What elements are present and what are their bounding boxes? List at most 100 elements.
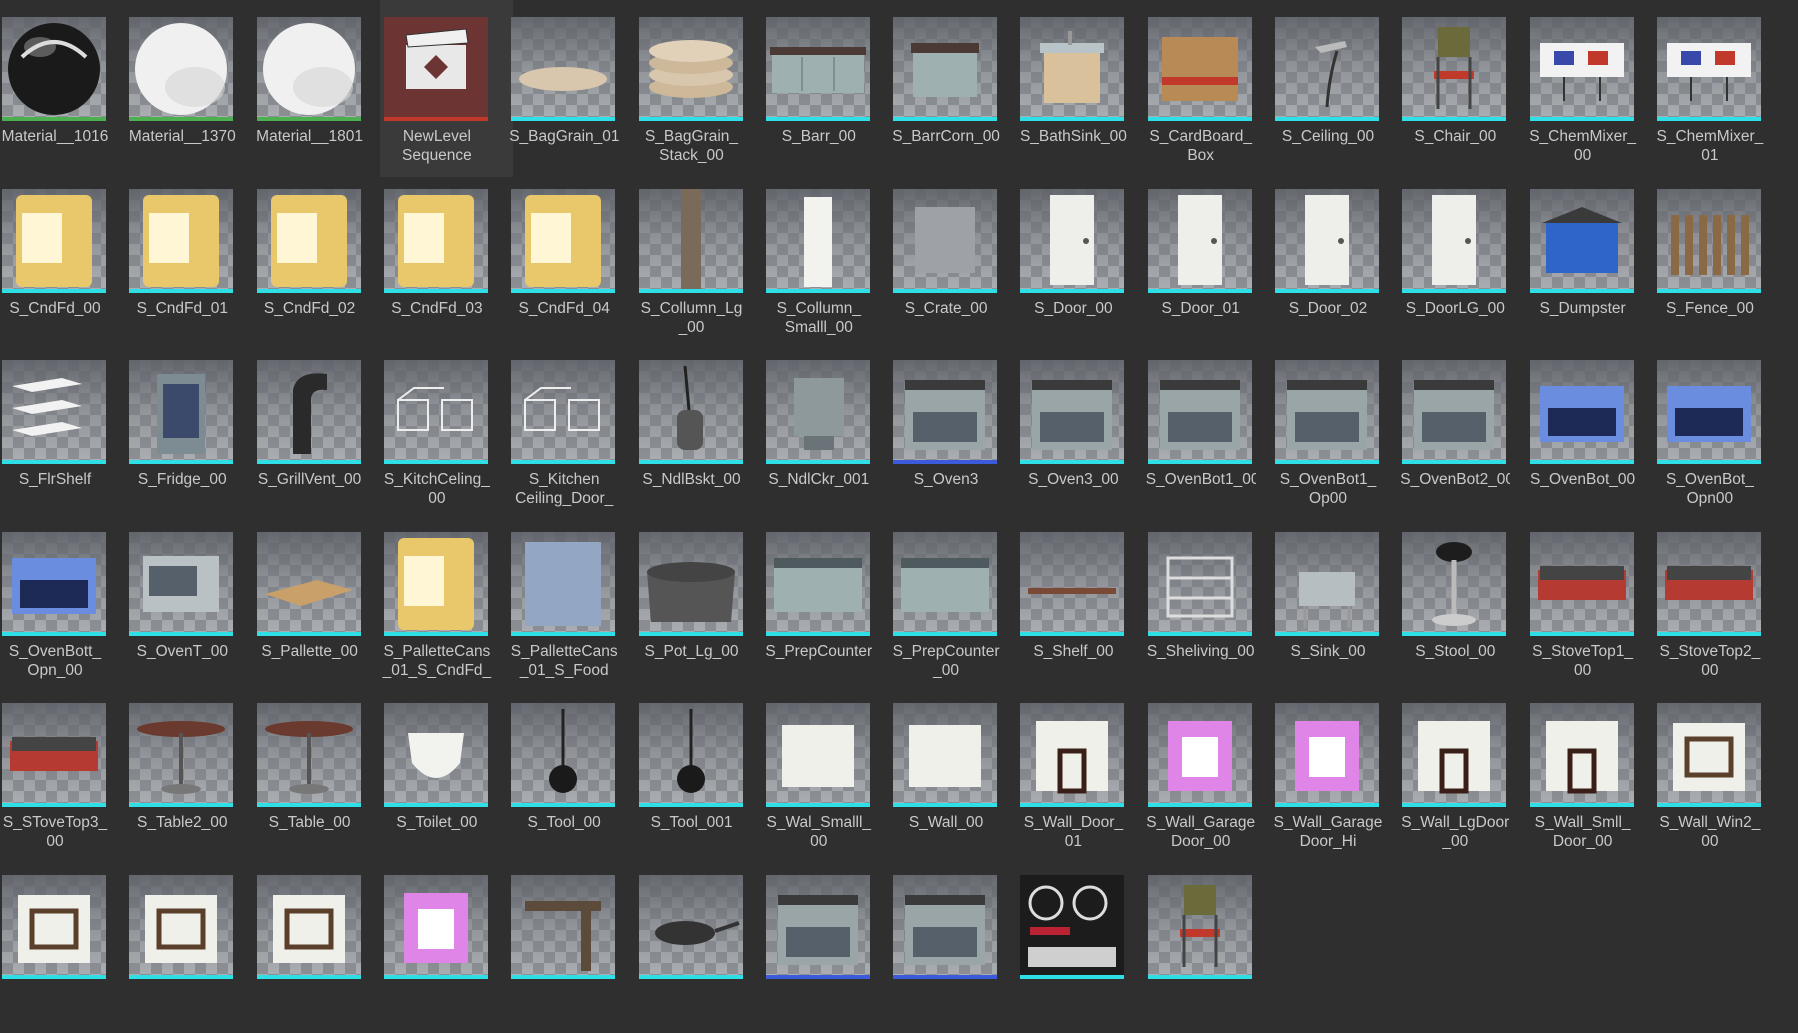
- asset-tile[interactable]: S_CardBoard_ Box: [1146, 0, 1275, 175]
- asset-tile[interactable]: S_Pallette_00: [255, 515, 384, 690]
- asset-tile[interactable]: S_OvenBot1_00: [1146, 343, 1275, 518]
- asset-tile[interactable]: S_SToveTop3_ 00: [0, 686, 129, 861]
- asset-tile[interactable]: S_OvenT_00: [127, 515, 256, 690]
- asset-tile[interactable]: [127, 858, 256, 1033]
- asset-tile[interactable]: S_PrepCounter: [764, 515, 893, 690]
- asset-thumbnail: [1275, 703, 1379, 807]
- asset-tile[interactable]: S_Collumn_ Smalll_00: [764, 172, 893, 347]
- asset-thumbnail: [1020, 703, 1125, 807]
- asset-tile[interactable]: S_Fridge_00: [127, 343, 256, 518]
- asset-type-bar: [765, 974, 870, 979]
- asset-tile[interactable]: S_Door_02: [1273, 172, 1402, 347]
- asset-tile[interactable]: S_Sink_00: [1273, 515, 1402, 690]
- asset-tile[interactable]: S_Table_00: [255, 686, 384, 861]
- asset-thumbnail: [1275, 17, 1379, 121]
- asset-tile[interactable]: S_KitchCeling_ 00: [382, 343, 511, 518]
- asset-tile[interactable]: S_FlrShelf: [0, 343, 129, 518]
- asset-tile[interactable]: S_Barr_00: [764, 0, 893, 175]
- asset-tile[interactable]: S_Fence_00: [1655, 172, 1784, 347]
- asset-tile[interactable]: S_Wall_Garage Door_00: [1146, 686, 1275, 861]
- asset-tile[interactable]: S_Wall_Win2_ 00: [1655, 686, 1784, 861]
- wall-icon: [781, 725, 854, 787]
- asset-type-bar: [2, 803, 106, 807]
- asset-tile[interactable]: [255, 858, 384, 1033]
- asset-tile[interactable]: S_ChemMixer_ 01: [1655, 0, 1784, 175]
- asset-tile[interactable]: S_Tool_00: [509, 686, 638, 861]
- asset-type-bar: [638, 631, 743, 636]
- asset-tile[interactable]: S_Wal_Smalll_ 00: [764, 686, 893, 861]
- asset-tile[interactable]: S_Table2_00: [127, 686, 256, 861]
- asset-tile[interactable]: [509, 858, 638, 1033]
- asset-tile[interactable]: S_Sheliving_00: [1146, 515, 1275, 690]
- asset-tile[interactable]: S_OvenBot_00: [1528, 343, 1657, 518]
- asset-tile[interactable]: S_Wall_Garage Door_Hi: [1273, 686, 1402, 861]
- asset-thumbnail: [1529, 17, 1634, 121]
- asset-tile[interactable]: NewLevel Sequence: [379, 0, 513, 177]
- asset-tile[interactable]: S_StoveTop1_ 00: [1528, 515, 1657, 690]
- asset-tile[interactable]: S_CndFd_01: [127, 172, 256, 347]
- asset-tile[interactable]: [1146, 858, 1275, 1033]
- asset-tile[interactable]: S_Crate_00: [891, 172, 1020, 347]
- asset-tile[interactable]: S_CndFd_04: [509, 172, 638, 347]
- asset-tile[interactable]: S_Wall_00: [891, 686, 1020, 861]
- asset-tile[interactable]: S_ChemMixer_ 00: [1528, 0, 1657, 175]
- asset-tile[interactable]: S_Door_00: [1018, 172, 1147, 347]
- asset-tile[interactable]: S_Ceiling_00: [1273, 0, 1402, 175]
- asset-tile[interactable]: S_OvenBott_ Opn_00: [0, 515, 129, 690]
- asset-tile[interactable]: Material__1016: [0, 0, 129, 175]
- asset-tile[interactable]: S_GrillVent_00: [255, 343, 384, 518]
- asset-tile[interactable]: S_Stool_00: [1400, 515, 1529, 690]
- asset-tile[interactable]: S_CndFd_00: [0, 172, 129, 347]
- asset-tile[interactable]: S_CndFd_03: [382, 172, 511, 347]
- asset-thumbnail: [1147, 360, 1252, 464]
- asset-tile[interactable]: [0, 858, 129, 1033]
- asset-tile[interactable]: S_Pot_Lg_00: [637, 515, 766, 690]
- asset-tile[interactable]: [637, 858, 766, 1033]
- asset-thumbnail: [129, 188, 234, 293]
- asset-label: S_Table2_00: [137, 814, 228, 831]
- asset-tile[interactable]: S_BagGrain_ Stack_00: [637, 0, 766, 175]
- asset-tile[interactable]: S_PalletteCans _01_S_CndFd_ 017: [382, 515, 511, 690]
- asset-tile[interactable]: S_OvenBot1_ Op00: [1273, 343, 1402, 518]
- asset-tile[interactable]: S_BathSink_00: [1018, 0, 1147, 175]
- asset-tile[interactable]: Material__1801: [255, 0, 384, 175]
- asset-tile[interactable]: S_StoveTop2_ 00: [1655, 515, 1784, 690]
- asset-thumbnail: [638, 188, 743, 293]
- wall-door-icon: [1545, 721, 1618, 794]
- asset-tile[interactable]: S_Wall_Door_ 01: [1018, 686, 1147, 861]
- asset-tile[interactable]: [1018, 858, 1147, 1033]
- asset-tile[interactable]: S_PrepCounter _00: [891, 515, 1020, 690]
- asset-tile[interactable]: S_Dumpster: [1528, 172, 1657, 347]
- asset-tile[interactable]: S_Wall_Smll_ Door_00: [1528, 686, 1657, 861]
- asset-label: S_ChemMixer_ 01: [1656, 128, 1764, 164]
- asset-thumbnail: [1020, 188, 1125, 293]
- asset-tile[interactable]: S_PalletteCans _01_S_Food Wrapping_: [509, 515, 638, 690]
- asset-tile[interactable]: S_NdlBskt_00: [637, 343, 766, 518]
- asset-tile[interactable]: Material__1370: [127, 0, 256, 175]
- asset-tile[interactable]: S_Toilet_00: [382, 686, 511, 861]
- asset-tile[interactable]: S_Kitchen Ceiling_Door_ 01: [509, 343, 638, 518]
- asset-tile[interactable]: S_CndFd_02: [255, 172, 384, 347]
- asset-tile[interactable]: S_DoorLG_00: [1400, 172, 1529, 347]
- asset-type-bar: [1529, 288, 1634, 293]
- asset-tile[interactable]: S_Shelf_00: [1018, 515, 1147, 690]
- asset-tile[interactable]: S_Wall_LgDoor _00: [1400, 686, 1529, 861]
- asset-tile[interactable]: S_Oven3: [891, 343, 1020, 518]
- asset-tile[interactable]: S_Collumn_Lg _00: [637, 172, 766, 347]
- asset-tile[interactable]: S_Oven3_00: [1018, 343, 1147, 518]
- asset-tile[interactable]: S_BarrCorn_00: [891, 0, 1020, 175]
- asset-tile[interactable]: [891, 858, 1020, 1033]
- asset-tile[interactable]: S_Tool_001: [637, 686, 766, 861]
- asset-tile[interactable]: S_NdlCkr_001: [764, 343, 893, 518]
- asset-tile[interactable]: [382, 858, 511, 1033]
- asset-thumbnail: [511, 188, 616, 293]
- asset-label: S_Pot_Lg_00: [644, 642, 739, 660]
- asset-thumbnail: [638, 360, 743, 464]
- asset-tile[interactable]: S_Door_01: [1146, 172, 1275, 347]
- asset-thumbnail: [256, 703, 361, 807]
- asset-tile[interactable]: S_OvenBot_ Opn00: [1655, 343, 1784, 518]
- asset-tile[interactable]: S_Chair_00: [1400, 0, 1529, 175]
- asset-tile[interactable]: S_OvenBot2_00: [1400, 343, 1529, 518]
- asset-tile[interactable]: [764, 858, 893, 1033]
- asset-tile[interactable]: S_BagGrain_01: [509, 0, 638, 175]
